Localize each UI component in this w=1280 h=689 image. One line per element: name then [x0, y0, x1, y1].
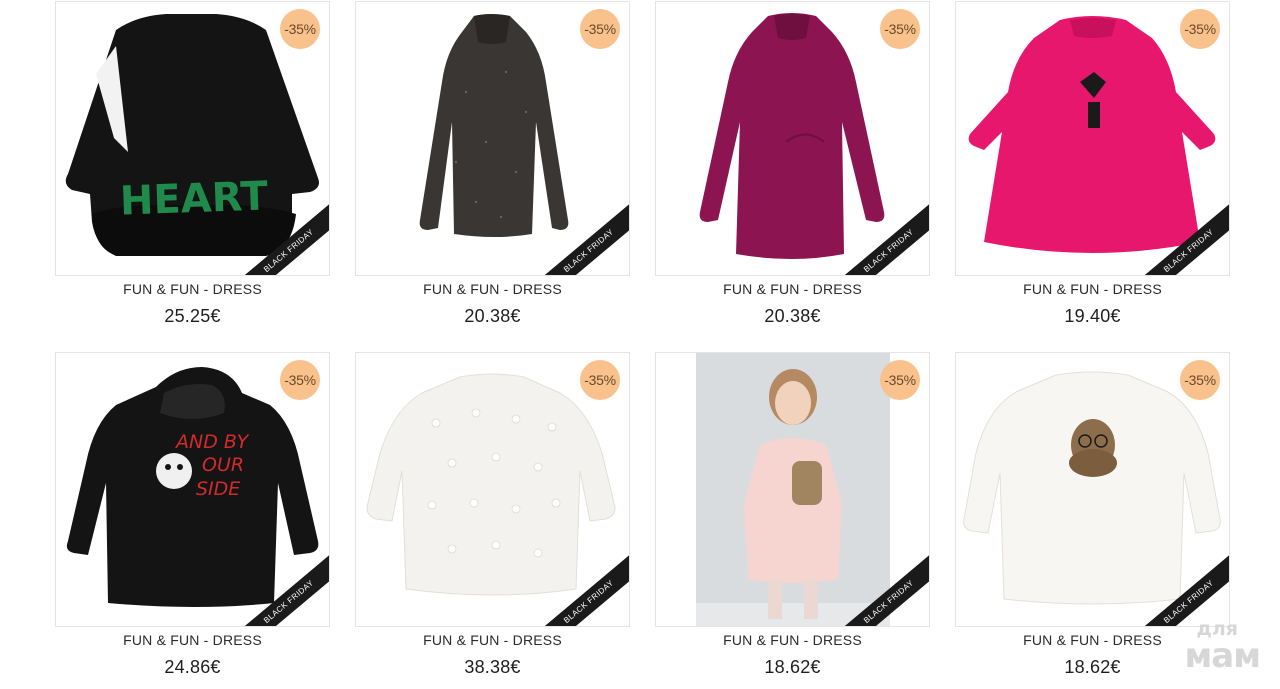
product-image-link[interactable]: AND BY OUR SIDE -35% BLACK FRIDAY: [55, 352, 330, 627]
product-name-link[interactable]: FUN & FUN - DRESS: [55, 632, 330, 648]
product-name-link[interactable]: FUN & FUN - DRESS: [55, 281, 330, 297]
product-image-link[interactable]: -35% BLACK FRIDAY: [655, 1, 930, 276]
site-watermark-logo: для мам: [1160, 620, 1261, 676]
product-name-link[interactable]: FUN & FUN - DRESS: [355, 281, 630, 297]
hoodie-print-line3: SIDE: [196, 478, 240, 500]
discount-badge: -35%: [280, 360, 320, 400]
watermark-line2: мам: [1184, 636, 1261, 676]
product-image-link[interactable]: -35% BLACK FRIDAY: [955, 352, 1230, 627]
product-name-link[interactable]: FUN & FUN - DRESS: [355, 632, 630, 648]
product-image-link[interactable]: -35% BLACK FRIDAY: [355, 352, 630, 627]
discount-badge: -35%: [280, 9, 320, 49]
product-image-link[interactable]: -35% BLACK FRIDAY: [655, 352, 930, 627]
discount-badge: -35%: [880, 360, 920, 400]
product-price: 20.38€: [464, 306, 521, 326]
product-price: 19.40€: [1064, 306, 1121, 326]
hoodie-print-line1: AND BY: [174, 431, 250, 453]
product-image-link[interactable]: HEART -35% BLACK FRIDAY: [55, 1, 330, 276]
hoodie-print-line2: OUR: [202, 454, 244, 476]
discount-badge: -35%: [580, 9, 620, 49]
product-price: 24.86€: [164, 657, 221, 677]
product-image-link[interactable]: -35% BLACK FRIDAY: [955, 1, 1230, 276]
discount-badge: -35%: [1180, 360, 1220, 400]
product-price: 18.62€: [764, 657, 821, 677]
product-image-link[interactable]: -35% BLACK FRIDAY: [355, 1, 630, 276]
discount-badge: -35%: [1180, 9, 1220, 49]
discount-badge: -35%: [580, 360, 620, 400]
discount-badge: -35%: [880, 9, 920, 49]
product-name-link[interactable]: FUN & FUN - DRESS: [655, 632, 930, 648]
product-price: 25.25€: [164, 306, 221, 326]
heart-print-text: HEART: [119, 173, 269, 224]
product-name-link[interactable]: FUN & FUN - DRESS: [955, 281, 1230, 297]
product-name-link[interactable]: FUN & FUN - DRESS: [655, 281, 930, 297]
product-price: 38.38€: [464, 657, 521, 677]
product-price: 20.38€: [764, 306, 821, 326]
